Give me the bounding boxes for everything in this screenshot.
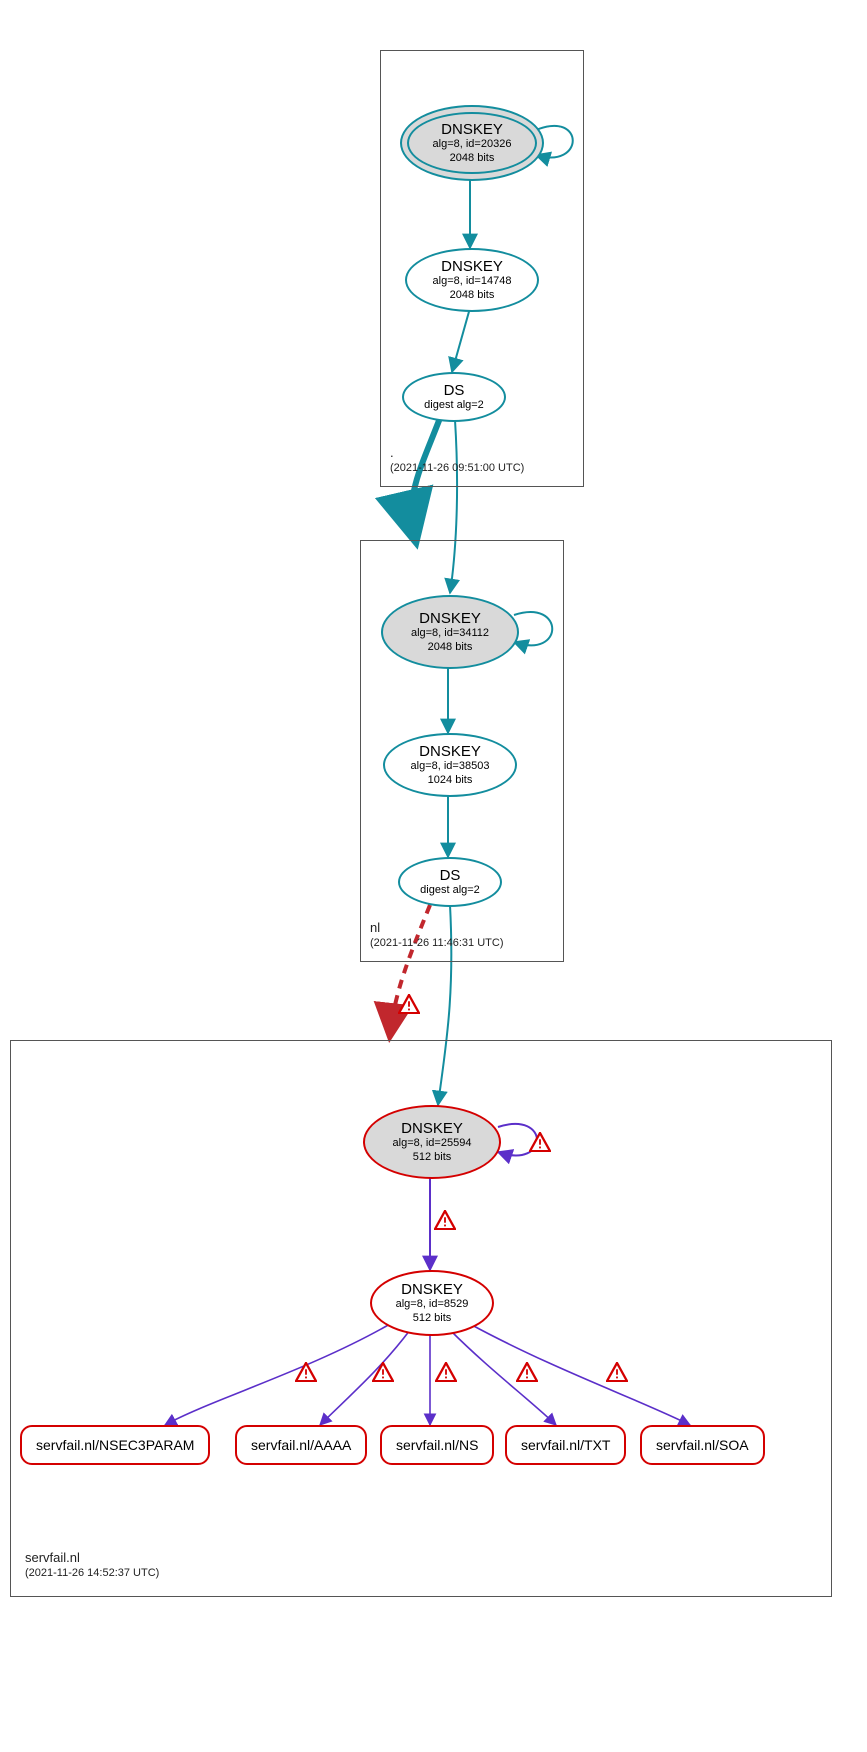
root-ksk-node: DNSKEY alg=8, id=20326 2048 bits [400, 105, 544, 181]
root-ksk-line2: 2048 bits [450, 152, 495, 165]
warning-icon [606, 1362, 628, 1382]
sf-zsk-line1: alg=8, id=8529 [396, 1298, 469, 1311]
warning-icon [295, 1362, 317, 1382]
zone-nl-ts: (2021-11-26 11:46:31 UTC) [370, 937, 504, 949]
rrset-soa-label: servfail.nl/SOA [640, 1425, 765, 1465]
root-ds-line1: digest alg=2 [424, 399, 484, 412]
warning-icon [435, 1362, 457, 1382]
zone-servfail-name: servfail.nl [25, 1550, 80, 1565]
sf-ksk-node: DNSKEY alg=8, id=25594 512 bits [363, 1105, 501, 1179]
nl-zsk-line2: 1024 bits [428, 774, 473, 787]
rrset-nsec3param-label: servfail.nl/NSEC3PARAM [20, 1425, 210, 1465]
rrset-txt: servfail.nl/TXT [505, 1425, 626, 1465]
zone-root-name: . [390, 445, 394, 460]
root-ksk-title: DNSKEY [441, 121, 503, 138]
zone-servfail-ts: (2021-11-26 14:52:37 UTC) [25, 1567, 159, 1579]
root-zsk-line1: alg=8, id=14748 [433, 275, 512, 288]
zone-nl-name: nl [370, 920, 380, 935]
root-zsk-node: DNSKEY alg=8, id=14748 2048 bits [405, 248, 539, 312]
warning-icon [434, 1210, 456, 1230]
rrset-ns-label: servfail.nl/NS [380, 1425, 494, 1465]
nl-zsk-line1: alg=8, id=38503 [411, 760, 490, 773]
nl-ksk-line1: alg=8, id=34112 [411, 627, 489, 640]
root-ds-node: DS digest alg=2 [402, 372, 506, 422]
nl-zsk-title: DNSKEY [419, 743, 481, 760]
sf-ksk-line1: alg=8, id=25594 [393, 1137, 472, 1150]
sf-ksk-title: DNSKEY [401, 1120, 463, 1137]
rrset-ns: servfail.nl/NS [380, 1425, 494, 1465]
rrset-aaaa-label: servfail.nl/AAAA [235, 1425, 367, 1465]
sf-zsk-line2: 512 bits [413, 1312, 452, 1325]
warning-icon [372, 1362, 394, 1382]
root-ksk-line1: alg=8, id=20326 [433, 138, 512, 151]
sf-zsk-node: DNSKEY alg=8, id=8529 512 bits [370, 1270, 494, 1336]
nl-ksk-node: DNSKEY alg=8, id=34112 2048 bits [381, 595, 519, 669]
nl-ds-line1: digest alg=2 [420, 884, 480, 897]
nl-ksk-title: DNSKEY [419, 610, 481, 627]
root-zsk-title: DNSKEY [441, 258, 503, 275]
rrset-nsec3param: servfail.nl/NSEC3PARAM [20, 1425, 210, 1465]
nl-ds-node: DS digest alg=2 [398, 857, 502, 907]
root-zsk-line2: 2048 bits [450, 289, 495, 302]
nl-ksk-line2: 2048 bits [428, 641, 473, 654]
root-ds-title: DS [444, 382, 465, 399]
nl-zsk-node: DNSKEY alg=8, id=38503 1024 bits [383, 733, 517, 797]
warning-icon [516, 1362, 538, 1382]
zone-root-ts: (2021-11-26 09:51:00 UTC) [390, 462, 524, 474]
rrset-soa: servfail.nl/SOA [640, 1425, 765, 1465]
warning-icon [398, 994, 420, 1014]
rrset-aaaa: servfail.nl/AAAA [235, 1425, 367, 1465]
sf-ksk-line2: 512 bits [413, 1151, 452, 1164]
rrset-txt-label: servfail.nl/TXT [505, 1425, 626, 1465]
sf-zsk-title: DNSKEY [401, 1281, 463, 1298]
nl-ds-title: DS [440, 867, 461, 884]
warning-icon [529, 1132, 551, 1152]
